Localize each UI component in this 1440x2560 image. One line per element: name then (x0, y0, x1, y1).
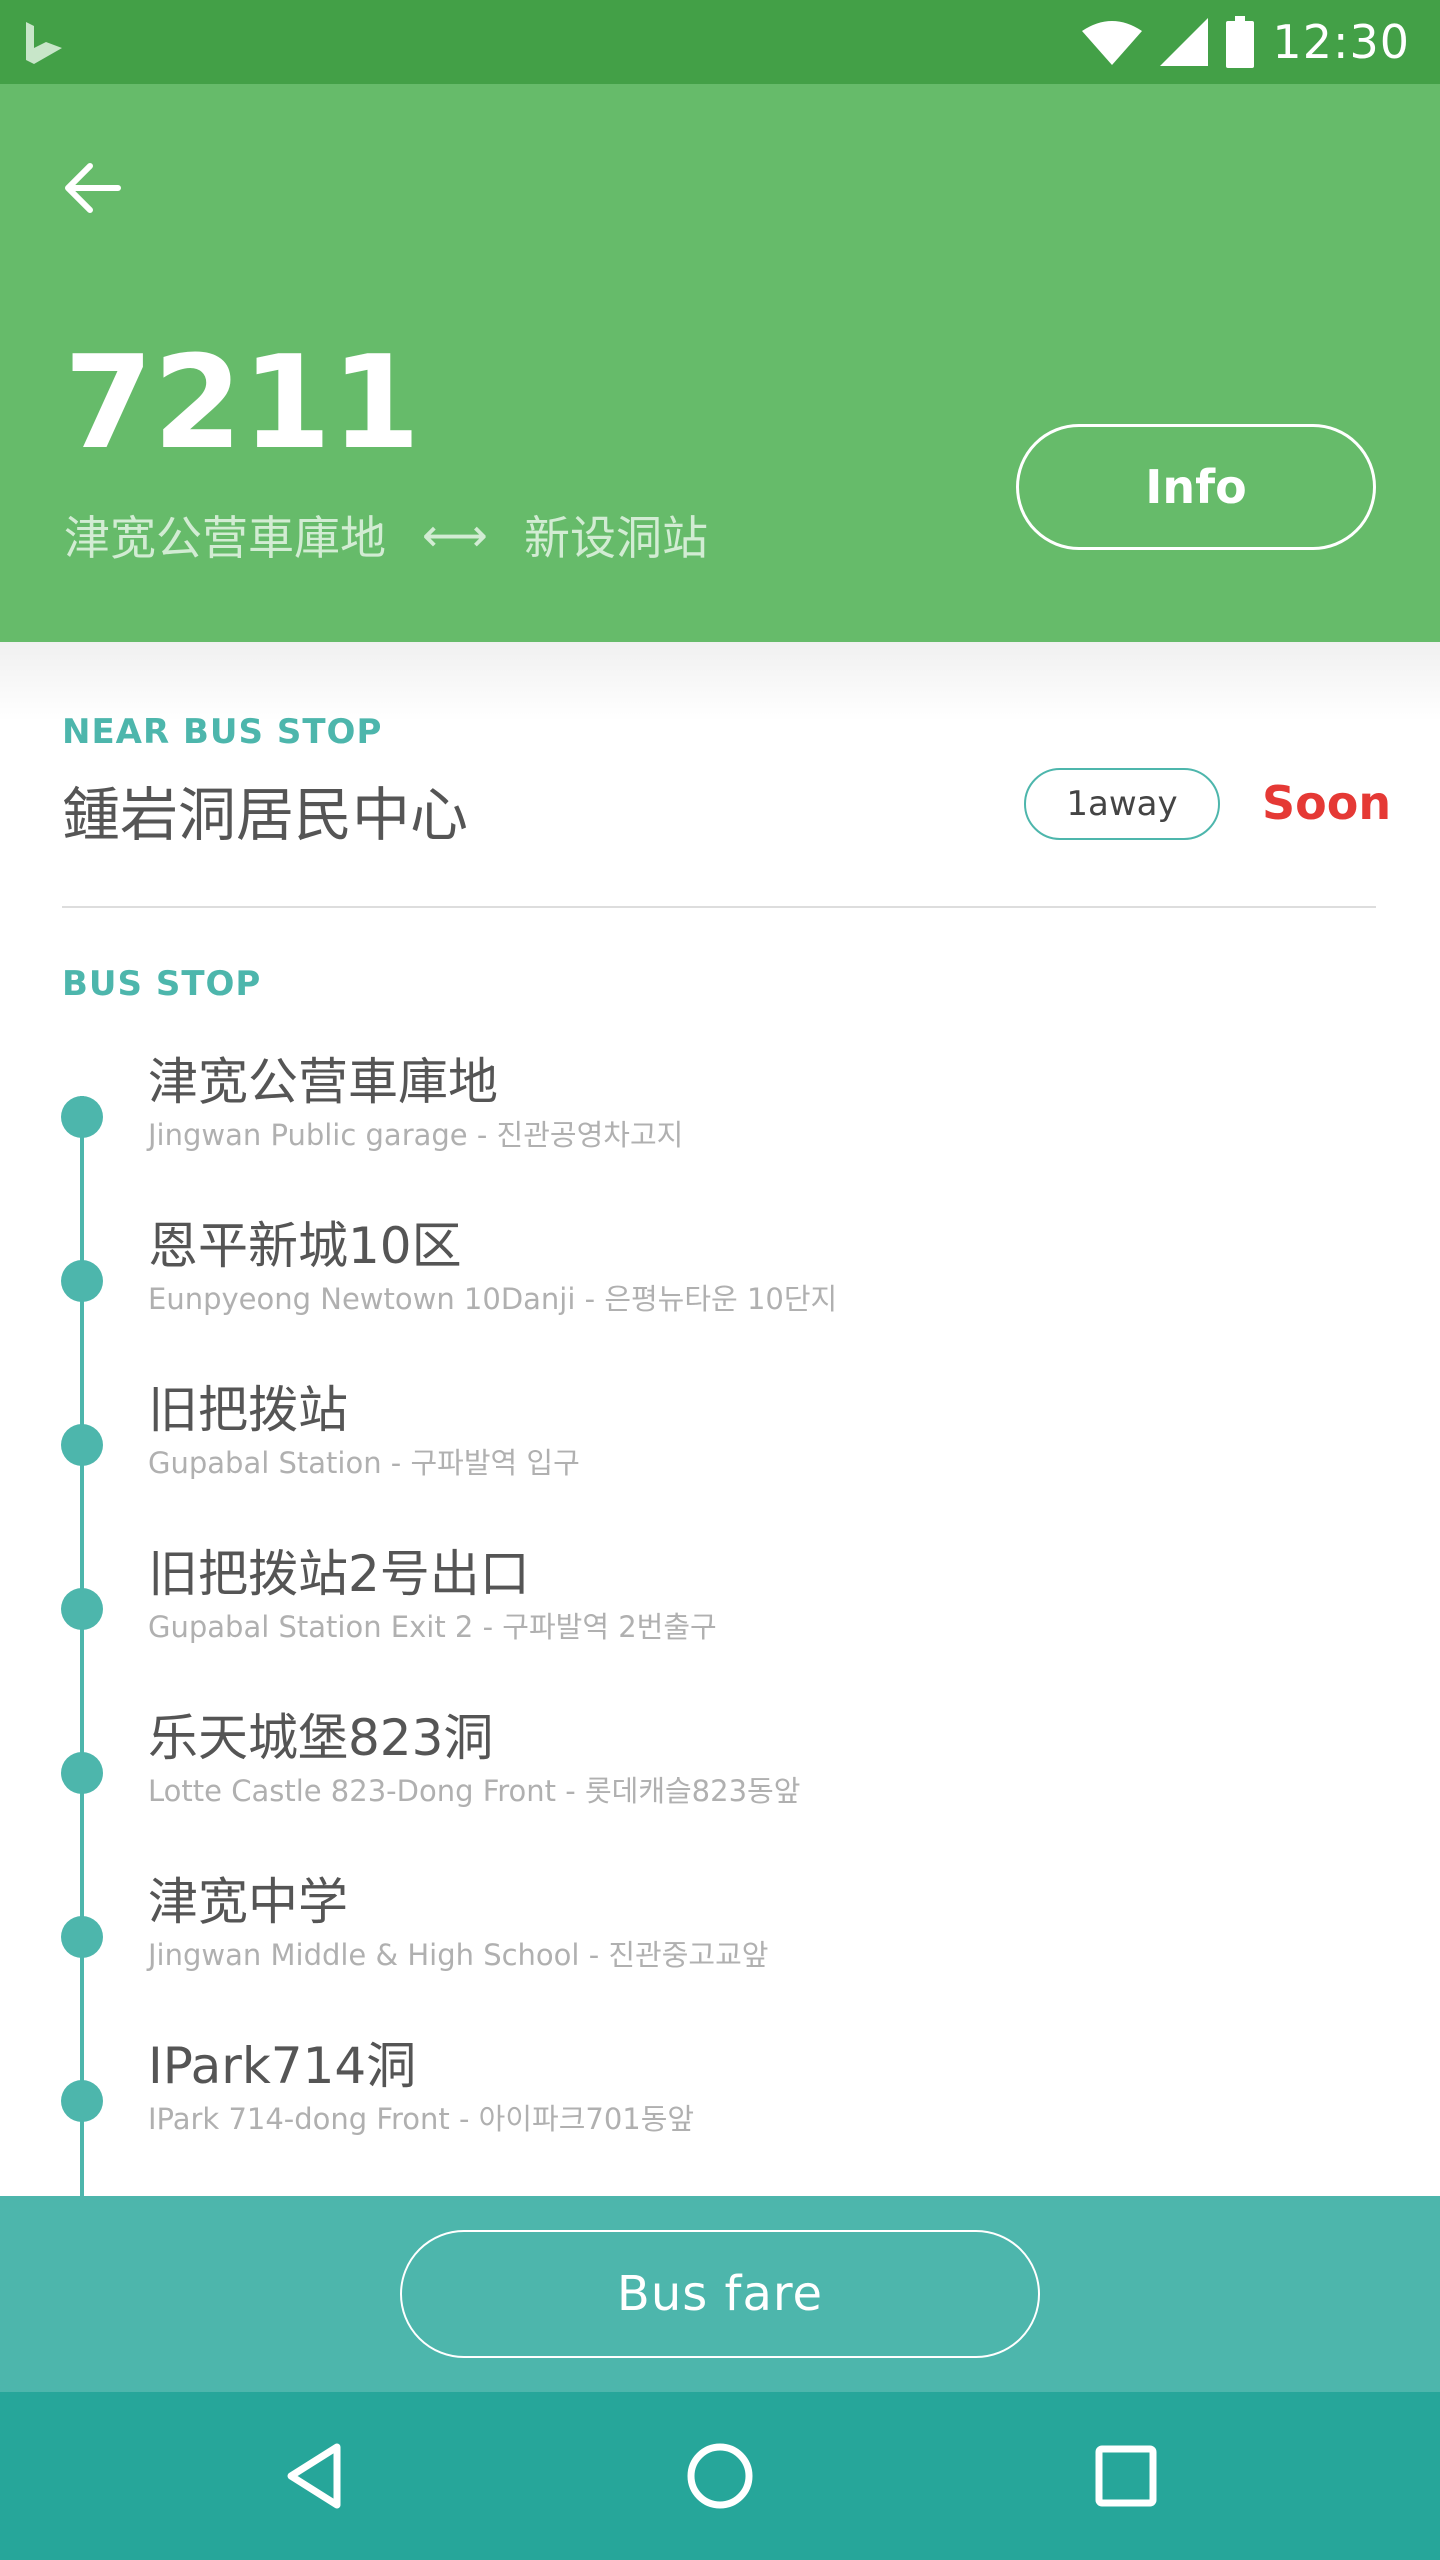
stop-name: 乐天城堡823洞 (148, 1709, 494, 1767)
info-button[interactable]: Info (1016, 424, 1376, 550)
stop-name: 旧把拨站 (148, 1381, 348, 1439)
bus-stop-label: BUS STOP (62, 964, 262, 1004)
stop-list: 津宽公营車庫地 Jingwan Public garage - 진관공영차고지 … (0, 1042, 1440, 2190)
stop-dot (61, 1260, 103, 1302)
nav-recents-button[interactable] (1070, 2420, 1182, 2532)
stop-subtitle: Gupabal Station - 구파발역 입구 (148, 1446, 580, 1480)
cell-signal-icon (1160, 18, 1209, 66)
stop-dot (61, 2080, 103, 2122)
stop-dot (61, 1588, 103, 1630)
route-content: NEAR BUS STOP 鍾岩洞居民中心 1away Soon BUS STO… (0, 642, 1440, 2196)
header-shadow (0, 642, 1440, 722)
stop-item[interactable]: 津宽中学 Jingwan Middle & High School - 진관중고… (0, 1862, 1440, 2026)
stop-item[interactable]: 乐天城堡823洞 Lotte Castle 823-Dong Front - 롯… (0, 1698, 1440, 1862)
recents-icon (1095, 2445, 1157, 2507)
bus-fare-button[interactable]: Bus fare (400, 2230, 1040, 2358)
stop-name: 恩平新城10区 (148, 1217, 462, 1275)
stop-item[interactable]: 旧把拨站 Gupabal Station - 구파발역 입구 (0, 1370, 1440, 1534)
stop-subtitle: IPark 714-dong Front - 아이파크701동앞 (148, 2102, 695, 2136)
near-bus-stop-label: NEAR BUS STOP (62, 712, 383, 752)
away-badge: 1away (1024, 768, 1220, 840)
stop-subtitle: Lotte Castle 823-Dong Front - 롯데캐슬823동앞 (148, 1774, 801, 1808)
route-number: 7211 (64, 329, 421, 478)
stop-subtitle: Eunpyeong Newtown 10Danji - 은평뉴타운 10단지 (148, 1282, 838, 1316)
nav-home-button[interactable] (664, 2420, 776, 2532)
divider (62, 906, 1376, 908)
back-icon (287, 2443, 341, 2509)
stop-subtitle: Jingwan Public garage - 진관공영차고지 (148, 1118, 684, 1152)
fare-bar: Bus fare (0, 2196, 1440, 2392)
stop-name: IPark714洞 (148, 2037, 417, 2095)
status-bar: 12:30 (0, 0, 1440, 84)
stop-item[interactable]: IPark714洞 IPark 714-dong Front - 아이파크701… (0, 2026, 1440, 2190)
stop-item[interactable]: 恩平新城10区 Eunpyeong Newtown 10Danji - 은평뉴타… (0, 1206, 1440, 1370)
stop-dot (61, 1752, 103, 1794)
arrow-left-icon (65, 163, 121, 213)
stop-subtitle: Jingwan Middle & High School - 진관중고교앞 (148, 1938, 769, 1972)
route-destination: 新设洞站 (523, 511, 708, 565)
nav-back-button[interactable] (258, 2420, 370, 2532)
status-time: 12:30 (1272, 15, 1410, 69)
stop-dot (61, 1424, 103, 1466)
stop-dot (61, 1916, 103, 1958)
system-nav-bar (0, 2392, 1440, 2560)
stop-item[interactable]: 津宽公营車庫地 Jingwan Public garage - 진관공영차고지 (0, 1042, 1440, 1206)
stop-dot (61, 1096, 103, 1138)
route-description: 津宽公营車庫地 ⟷ 新设洞站 (64, 502, 708, 568)
wifi-icon (1082, 21, 1143, 65)
arrival-status: Soon (1262, 776, 1392, 830)
home-icon (687, 2443, 753, 2509)
app-logo-icon (26, 22, 62, 64)
status-icons: 12:30 (1082, 0, 1410, 84)
stop-subtitle: Gupabal Station Exit 2 - 구파발역 2번출구 (148, 1610, 717, 1644)
near-stop-name[interactable]: 鍾岩洞居民中心 (62, 768, 468, 852)
battery-icon (1226, 16, 1255, 68)
route-header: 7211 津宽公营車庫地 ⟷ 新设洞站 Info (0, 84, 1440, 642)
stop-name: 津宽中学 (148, 1873, 348, 1931)
stop-item[interactable]: 旧把拨站2号出口 Gupabal Station Exit 2 - 구파발역 2… (0, 1534, 1440, 1698)
bidirectional-arrow-icon: ⟷ (422, 508, 488, 562)
stop-name: 津宽公营車庫地 (148, 1053, 498, 1111)
back-button[interactable] (48, 144, 136, 232)
route-origin: 津宽公营車庫地 (64, 511, 386, 565)
stop-name: 旧把拨站2号出口 (148, 1545, 530, 1603)
